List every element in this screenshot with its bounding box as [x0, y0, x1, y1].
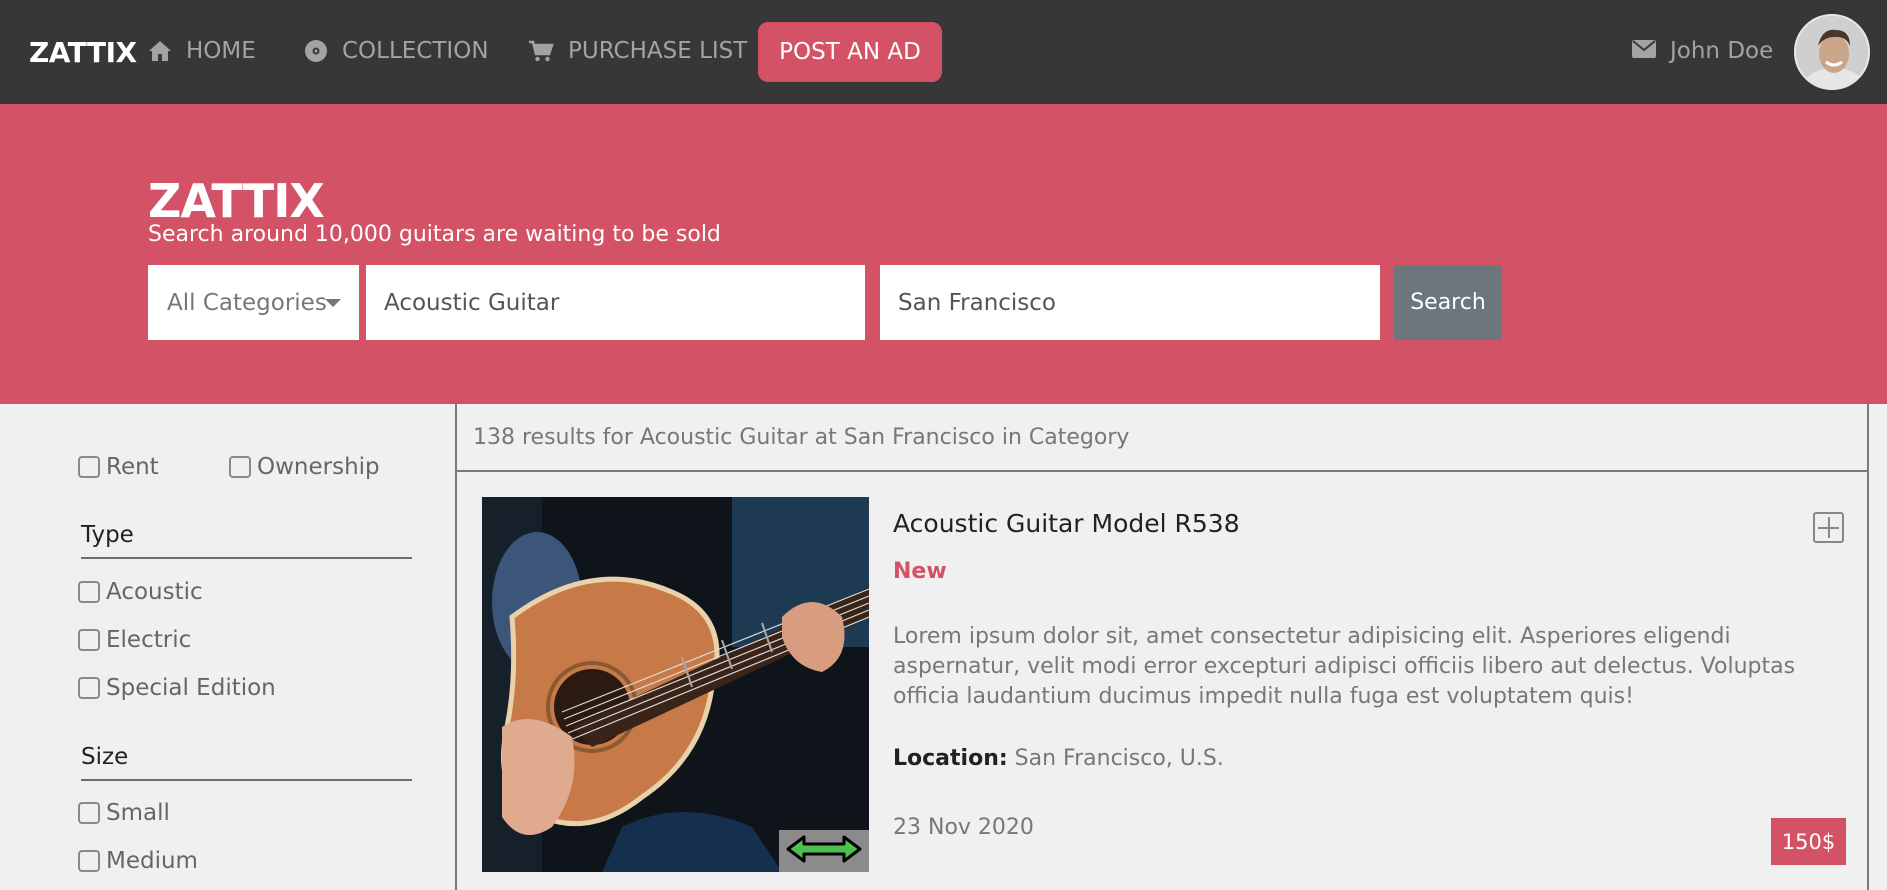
nav-home-label: HOME: [186, 38, 256, 64]
filter-acoustic[interactable]: Acoustic: [78, 579, 203, 605]
post-ad-button[interactable]: POST AN AD: [758, 22, 942, 82]
filter-rent[interactable]: Rent: [78, 454, 159, 480]
listing-location: Location: San Francisco, U.S.: [893, 746, 1224, 771]
size-section-title: Size: [81, 744, 412, 781]
acoustic-checkbox[interactable]: [78, 581, 100, 603]
add-icon[interactable]: [1813, 512, 1844, 543]
filter-medium-label: Medium: [106, 848, 198, 874]
brand-logo[interactable]: ZATTIX: [29, 36, 137, 69]
hero-banner: ZATTIX Search around 10,000 guitars are …: [0, 104, 1887, 404]
filter-small-label: Small: [106, 800, 170, 826]
filter-rent-label: Rent: [106, 454, 159, 480]
location-input[interactable]: [880, 265, 1380, 340]
nav-collection[interactable]: COLLECTION: [304, 38, 489, 64]
ownership-checkbox[interactable]: [229, 456, 251, 478]
rent-checkbox[interactable]: [78, 456, 100, 478]
location-value: San Francisco, U.S.: [1014, 746, 1224, 771]
type-section-title: Type: [81, 522, 412, 559]
filter-special-edition[interactable]: Special Edition: [78, 675, 276, 701]
filter-small[interactable]: Small: [78, 800, 170, 826]
cart-icon: [528, 40, 554, 62]
listing-date: 23 Nov 2020: [893, 815, 1034, 840]
listing-title[interactable]: Acoustic Guitar Model R538: [893, 509, 1240, 538]
mail-icon: [1632, 38, 1656, 64]
medium-checkbox[interactable]: [78, 850, 100, 872]
nav-purchase-list-label: PURCHASE LIST: [568, 38, 748, 64]
double-arrow-icon: [786, 834, 862, 868]
filter-special-edition-label: Special Edition: [106, 675, 276, 701]
user-name: John Doe: [1670, 38, 1774, 64]
resize-handle[interactable]: [779, 830, 869, 872]
keyword-input[interactable]: [366, 265, 865, 340]
special-edition-checkbox[interactable]: [78, 677, 100, 699]
nav-collection-label: COLLECTION: [342, 38, 489, 64]
filter-sidebar: Rent Ownership Type Acoustic Electric Sp…: [0, 404, 455, 890]
disc-icon: [304, 39, 328, 63]
nav-home[interactable]: HOME: [148, 38, 256, 64]
top-navbar: ZATTIX HOME COLLECTION PURCHASE LIST POS…: [0, 0, 1887, 104]
category-select-value: All Categories: [167, 289, 327, 316]
electric-checkbox[interactable]: [78, 629, 100, 651]
user-menu[interactable]: John Doe: [1632, 38, 1773, 64]
filter-ownership-label: Ownership: [257, 454, 380, 480]
filter-acoustic-label: Acoustic: [106, 579, 203, 605]
listing-image[interactable]: [482, 497, 869, 872]
home-icon: [148, 40, 172, 62]
hero-title: ZATTIX: [148, 174, 325, 228]
hero-subtitle: Search around 10,000 guitars are waiting…: [148, 222, 721, 247]
filter-electric[interactable]: Electric: [78, 627, 191, 653]
filter-electric-label: Electric: [106, 627, 192, 653]
category-select[interactable]: All Categories: [148, 265, 359, 340]
results-summary: 138 results for Acoustic Guitar at San F…: [457, 404, 1867, 472]
price-badge: 150$: [1771, 818, 1846, 865]
condition-badge: New: [893, 559, 947, 584]
listing-description: Lorem ipsum dolor sit, amet consectetur …: [893, 624, 1796, 709]
search-button[interactable]: Search: [1394, 265, 1502, 340]
results-panel: 138 results for Acoustic Guitar at San F…: [455, 404, 1869, 890]
avatar[interactable]: [1794, 14, 1870, 90]
location-label: Location:: [893, 746, 1008, 771]
filter-medium[interactable]: Medium: [78, 848, 198, 874]
chevron-down-icon: [325, 299, 341, 307]
filter-ownership[interactable]: Ownership: [229, 454, 380, 480]
nav-purchase-list[interactable]: PURCHASE LIST: [528, 38, 747, 64]
small-checkbox[interactable]: [78, 802, 100, 824]
